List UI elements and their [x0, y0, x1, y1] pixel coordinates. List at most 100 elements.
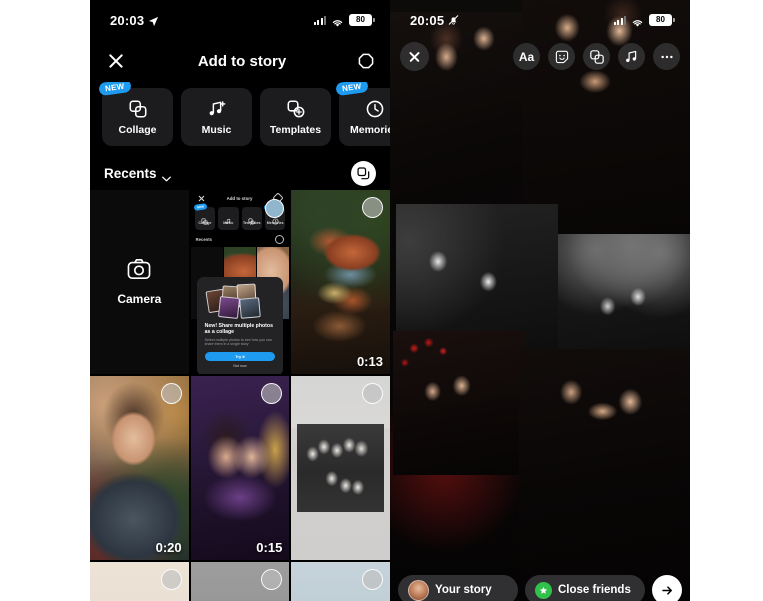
selection-circle[interactable]: [160, 383, 182, 404]
album-selector[interactable]: Recents: [104, 165, 171, 182]
collage-promo-subtitle: Select multiple photos to see how you ca…: [204, 337, 272, 347]
templates-plus-icon: [248, 212, 255, 225]
gallery-item-grey-photo[interactable]: [190, 562, 290, 601]
close-icon: [198, 195, 205, 202]
your-story-button[interactable]: Your story: [398, 575, 518, 601]
new-badge: NEW: [193, 203, 208, 211]
battery-level: 80: [656, 15, 665, 24]
status-time: 20:05: [410, 12, 445, 28]
close-icon[interactable]: [106, 51, 126, 71]
nested-title: Add to story: [226, 195, 253, 201]
next-arrow-icon[interactable]: [652, 575, 682, 601]
collage-promo-primary-button: Try it: [204, 352, 276, 361]
cellular-signal-icon: [613, 15, 626, 25]
octagon-settings-icon[interactable]: [358, 53, 374, 69]
collage-promo-title: New! Share multiple photos as a collage: [204, 322, 273, 336]
sticker-tool-button[interactable]: [548, 43, 575, 70]
chip-collage[interactable]: NEW Collage: [98, 82, 173, 146]
right-status-left: 20:05: [410, 13, 459, 28]
collage-icon: [128, 99, 148, 119]
chip-music[interactable]: Music: [181, 88, 252, 146]
close-friends-button[interactable]: Close friends: [525, 575, 645, 601]
battery-indicator: 80: [349, 14, 375, 26]
wifi-icon: [631, 15, 644, 27]
gallery-item-bw-family-photo[interactable]: [291, 376, 390, 560]
collage-promo-card: New! Share multiple photos as a collage …: [196, 276, 284, 374]
gallery-item-nested-screenshot[interactable]: Add to story NEW Collage Music Templates…: [190, 190, 290, 374]
gallery-item-cream-photo[interactable]: [90, 562, 189, 601]
close-friends-label: Close friends: [558, 584, 631, 596]
media-gallery-grid: Camera Add to story NEW Collage Music Te…: [90, 190, 390, 601]
chip-label: Memories: [349, 123, 390, 136]
video-duration: 0:20: [155, 540, 182, 555]
selection-circle[interactable]: [261, 569, 283, 590]
selection-circle[interactable]: [361, 197, 383, 218]
music-note-plus-icon: [207, 99, 227, 119]
right-status-bar: 20:05 80: [390, 0, 690, 40]
selection-circle[interactable]: [361, 383, 383, 404]
collage-tool-button[interactable]: [583, 43, 610, 70]
collage-photo-heart-hands: [519, 348, 690, 589]
promo-thumb: [217, 296, 241, 320]
chip-label: Templates: [269, 123, 322, 136]
text-aa-icon: Aa: [518, 49, 535, 64]
story-share-bar: Your story Close friends: [398, 575, 682, 601]
selection-circle[interactable]: [261, 383, 283, 404]
gallery-item-blue-photo[interactable]: [291, 562, 390, 601]
user-avatar: [408, 579, 429, 601]
collage-promo-secondary-link: Not now: [233, 364, 247, 368]
editor-tool-buttons: Aa: [513, 43, 680, 70]
selection-circle[interactable]: [160, 569, 182, 590]
close-icon[interactable]: [400, 42, 429, 71]
right-phone-panel: 20:05 80 Aa Your story Close friends: [390, 0, 690, 601]
nested-chip-collage: NEW Collage: [193, 203, 216, 230]
nested-album-label: Recents: [195, 237, 212, 242]
promo-thumb: [239, 297, 262, 320]
more-tool-button[interactable]: [653, 43, 680, 70]
chip-memories[interactable]: NEW Memories: [335, 82, 390, 146]
video-duration: 0:13: [356, 354, 383, 369]
gallery-item-happy-birthday-story[interactable]: 0:15: [190, 376, 290, 560]
video-duration: 0:15: [256, 540, 283, 555]
story-photo-collage: [390, 0, 690, 601]
music-tool-button[interactable]: [618, 43, 645, 70]
more-dots-icon: [659, 49, 675, 65]
green-star-icon: [535, 581, 552, 599]
selection-circle[interactable]: [361, 569, 383, 590]
text-tool-button[interactable]: Aa: [513, 43, 540, 70]
new-badge: NEW: [98, 82, 132, 97]
chip-label: Collage: [118, 123, 157, 136]
camera-tile[interactable]: Camera: [90, 190, 189, 374]
creation-mode-chips: NEW Collage Music Templates NEW Memori: [90, 82, 390, 156]
story-editor-toolbar: Aa: [400, 42, 680, 71]
music-note-plus-icon: [225, 212, 232, 224]
camera-icon: [127, 258, 151, 285]
photo-content: [297, 423, 385, 513]
clock-icon: [365, 99, 385, 119]
right-status-right: 80: [613, 14, 675, 27]
battery-level: 80: [356, 15, 365, 24]
status-time: 20:03: [110, 12, 145, 28]
left-status-left: 20:03: [110, 13, 159, 28]
multi-select-layers-icon[interactable]: [351, 160, 376, 186]
chip-templates[interactable]: Templates: [260, 88, 331, 146]
left-status-bar: 20:03 80: [90, 0, 390, 40]
nested-chip-templates: Templates: [241, 207, 262, 230]
camera-tile-label: Camera: [117, 292, 162, 306]
collage-icon: [589, 49, 605, 65]
sticker-smiley-icon: [554, 49, 570, 65]
collage-promo-thumbnails: [205, 283, 276, 320]
gallery-item-woman-in-store[interactable]: 0:20: [90, 376, 189, 560]
multi-select-layers-icon: [275, 235, 285, 244]
cellular-signal-icon: [313, 15, 326, 25]
album-label: Recents: [104, 165, 157, 181]
collage-icon: [201, 212, 208, 225]
wifi-icon: [331, 15, 344, 27]
music-note-icon: [624, 49, 640, 65]
location-arrow-icon: [148, 15, 159, 26]
screenshot-stage: 20:03 80 Add to story NEW Collage Music …: [0, 0, 763, 601]
gallery-item-plants[interactable]: 0:13: [291, 190, 390, 374]
bell-muted-icon: [448, 14, 459, 26]
your-story-label: Your story: [435, 584, 492, 596]
left-status-right: 80: [313, 14, 375, 27]
